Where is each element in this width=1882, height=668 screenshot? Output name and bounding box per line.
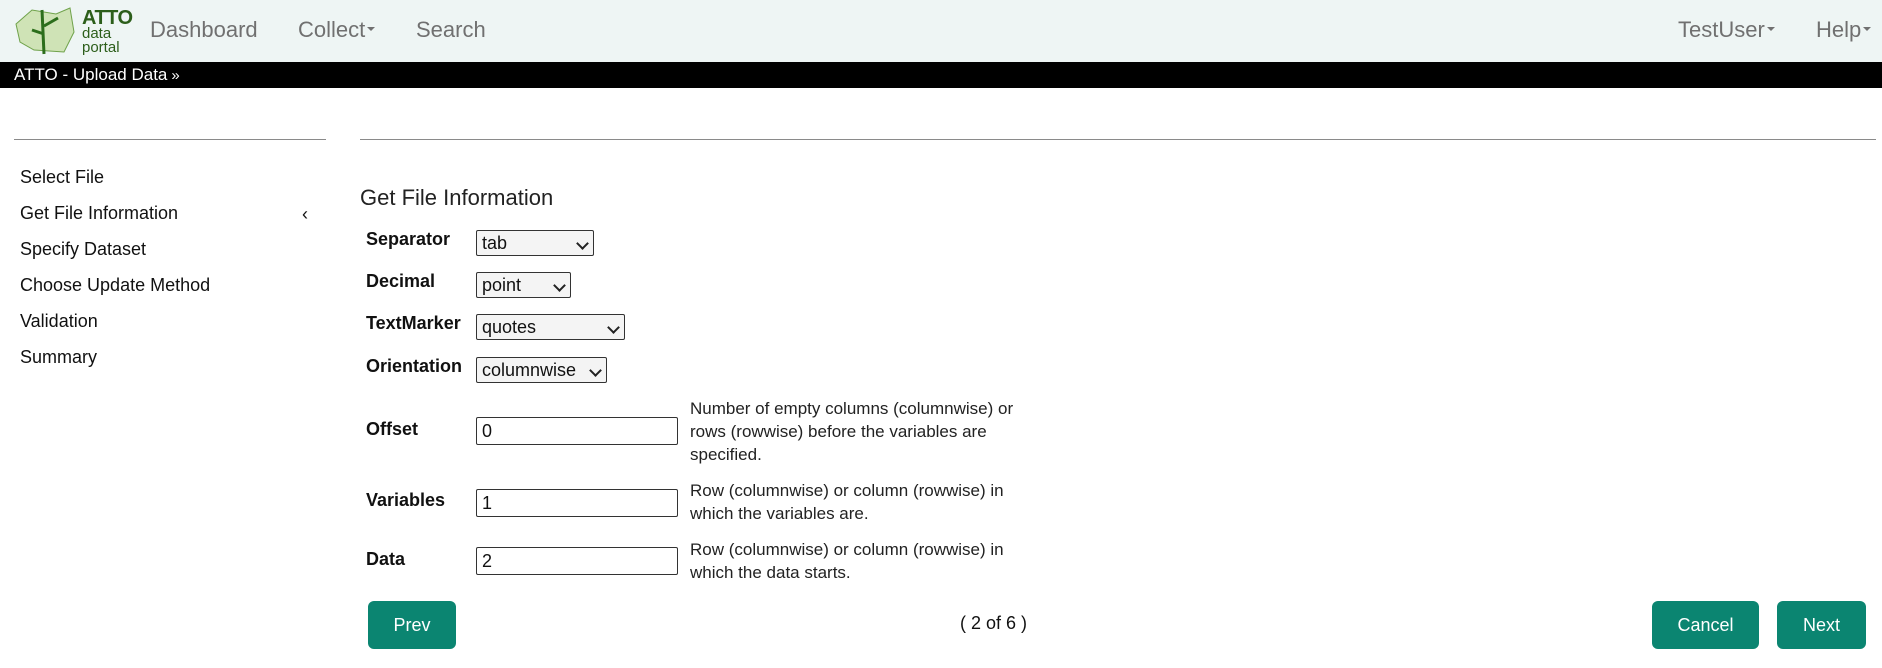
caret-down-icon bbox=[1766, 27, 1775, 32]
decimal-label: Decimal bbox=[366, 271, 436, 291]
nav-collect-label: Collect bbox=[298, 17, 366, 42]
chevron-down-icon bbox=[576, 237, 589, 250]
top-navbar: ATTO data portal Dashboard Collect Searc… bbox=[0, 0, 1882, 62]
data-help: Row (columnwise) or column (rowwise) in … bbox=[690, 540, 1004, 582]
step-pager: ( 2 of 6 ) bbox=[960, 613, 1028, 633]
logo-map-icon bbox=[15, 7, 75, 55]
cancel-button[interactable]: Cancel bbox=[1652, 601, 1759, 649]
orientation-value: columnwise bbox=[482, 360, 577, 380]
nav-dashboard[interactable]: Dashboard bbox=[150, 17, 258, 43]
atto-logo[interactable]: ATTO data portal bbox=[14, 4, 133, 56]
nav-user-label: TestUser bbox=[1678, 17, 1765, 42]
upload-data-title: ATTO - Upload Data bbox=[14, 65, 168, 84]
data-input[interactable] bbox=[476, 547, 678, 575]
textmarker-select[interactable]: quotes bbox=[476, 314, 625, 340]
nav-user-dropdown[interactable]: TestUser bbox=[1678, 17, 1775, 43]
decimal-select[interactable]: point bbox=[476, 272, 571, 298]
chevron-down-icon bbox=[553, 279, 566, 292]
nav-collect-dropdown[interactable]: Collect bbox=[298, 17, 376, 43]
upload-data-toggle[interactable]: ATTO - Upload Data» bbox=[14, 65, 180, 85]
main-divider bbox=[360, 139, 1876, 140]
separator-select[interactable]: tab bbox=[476, 230, 594, 256]
prev-button[interactable]: Prev bbox=[368, 601, 456, 649]
sidebar-item-select-file[interactable]: Select File bbox=[20, 167, 104, 188]
logo-subtitle-2: portal bbox=[82, 39, 120, 56]
data-label: Data bbox=[366, 549, 406, 569]
sidebar-item-get-file-information[interactable]: Get File Information bbox=[20, 203, 178, 224]
textmarker-label: TextMarker bbox=[366, 313, 461, 333]
offset-label: Offset bbox=[366, 419, 419, 439]
separator-value: tab bbox=[482, 233, 508, 253]
chevron-down-icon bbox=[607, 321, 620, 334]
chevron-double-down-icon: » bbox=[171, 67, 180, 84]
chevron-down-icon bbox=[589, 364, 602, 377]
active-step-chevron-icon: ‹ bbox=[302, 204, 308, 224]
offset-input[interactable] bbox=[476, 417, 678, 445]
sidebar-item-validation[interactable]: Validation bbox=[20, 311, 98, 332]
upload-data-bar: ATTO - Upload Data» bbox=[0, 62, 1882, 88]
variables-help: Row (columnwise) or column (rowwise) in … bbox=[690, 481, 1004, 523]
textmarker-value: quotes bbox=[482, 317, 537, 337]
caret-down-icon bbox=[367, 27, 376, 32]
sidebar-divider bbox=[14, 139, 326, 140]
sidebar-item-summary[interactable]: Summary bbox=[20, 347, 97, 368]
nav-help-label: Help bbox=[1816, 17, 1862, 42]
orientation-select[interactable]: columnwise bbox=[476, 357, 607, 383]
separator-label: Separator bbox=[366, 229, 451, 249]
page-title: Get File Information bbox=[360, 185, 554, 210]
caret-down-icon bbox=[1863, 27, 1872, 32]
nav-help-dropdown[interactable]: Help bbox=[1816, 17, 1872, 43]
offset-help: Number of empty columns (columnwise) or … bbox=[690, 399, 1014, 464]
orientation-label: Orientation bbox=[366, 356, 463, 376]
sidebar-item-specify-dataset[interactable]: Specify Dataset bbox=[20, 239, 146, 260]
sidebar-item-choose-update-method[interactable]: Choose Update Method bbox=[20, 275, 210, 296]
decimal-value: point bbox=[482, 275, 522, 295]
variables-label: Variables bbox=[366, 490, 446, 510]
nav-search[interactable]: Search bbox=[416, 17, 486, 43]
next-button[interactable]: Next bbox=[1777, 601, 1866, 649]
variables-input[interactable] bbox=[476, 489, 678, 517]
